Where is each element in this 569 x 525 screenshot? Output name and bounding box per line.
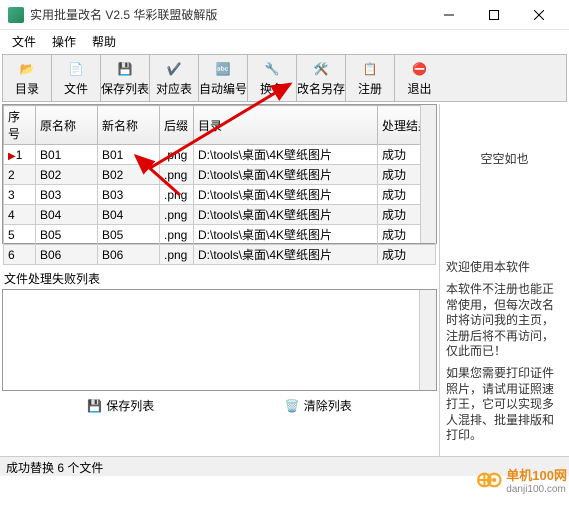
cell-dir: D:\tools\桌面\4K壁纸图片 [194,145,378,165]
toolbar-saveas[interactable]: 🛠️改名另存 [297,55,346,101]
toolbar-exit[interactable]: ⛔退出 [395,55,444,101]
save-list-button[interactable]: 💾 保存列表 [81,395,160,416]
cell-oldname: B01 [36,145,98,165]
toolbar-saveas-label: 改名另存 [297,80,345,97]
toolbar-register[interactable]: 📋注册 [346,55,395,101]
clear-list-button[interactable]: 🗑️ 清除列表 [279,395,358,416]
cell-newname: B01 [98,145,160,165]
fail-list[interactable] [2,289,437,391]
watermark-logo-icon [476,471,504,489]
scrollbar[interactable] [420,105,436,243]
app-icon [8,7,24,23]
cell-index: 3 [4,185,36,205]
table-row[interactable]: 5B05B05.pngD:\tools\桌面\4K壁纸图片成功 [4,225,436,245]
cell-result: 成功 [378,245,436,265]
table-row[interactable]: 3B03B03.pngD:\tools\桌面\4K壁纸图片成功 [4,185,436,205]
cell-ext: .png [160,245,194,265]
col-newname[interactable]: 新名称 [98,106,160,145]
toolbar-files-label: 文件 [64,80,88,97]
side-note2: 如果您需要打印证件照片，请试用证照速打王，它可以实现多人混排、批量排版和打印。 [446,366,563,444]
cell-newname: B04 [98,205,160,225]
side-panel: 空空如也 欢迎使用本软件 本软件不注册也能正常使用，但每次改名时将访问我的主页，… [439,104,569,456]
cell-newname: B06 [98,245,160,265]
menu-help[interactable]: 帮助 [84,31,124,52]
exit-icon: ⛔ [410,59,430,79]
save-list-label: 保存列表 [106,397,154,414]
saveas-icon: 🛠️ [311,59,331,79]
menu-file[interactable]: 文件 [4,31,44,52]
toolbar-savelist[interactable]: 💾保存列表 [101,55,150,101]
minimize-button[interactable] [426,0,471,30]
toolbar-dir-label: 目录 [15,80,39,97]
check-icon: ✔️ [164,59,184,79]
toolbar-files[interactable]: 📄文件 [52,55,101,101]
titlebar: 实用批量改名 V2.5 华彩联盟破解版 [0,0,569,30]
window-title: 实用批量改名 V2.5 华彩联盟破解版 [30,6,426,23]
menubar: 文件 操作 帮助 [0,30,569,52]
toolbar-rename-label: 换名 [260,80,284,97]
toolbar-autonum-label: 自动编号 [199,80,247,97]
col-oldname[interactable]: 原名称 [36,106,98,145]
cell-dir: D:\tools\桌面\4K壁纸图片 [194,205,378,225]
toolbar: 📂目录 📄文件 💾保存列表 ✔️对应表 🔤自动编号 🔧换名 🛠️改名另存 📋注册… [2,54,567,102]
cell-oldname: B05 [36,225,98,245]
cell-oldname: B04 [36,205,98,225]
cell-oldname: B02 [36,165,98,185]
col-index[interactable]: 序号 [4,106,36,145]
cell-index: 4 [4,205,36,225]
cell-ext: .png [160,205,194,225]
cell-index: ▶1 [4,145,36,165]
col-dir[interactable]: 目录 [194,106,378,145]
files-icon: 📄 [66,59,86,79]
clear-icon: 🗑️ [285,399,300,413]
cell-newname: B03 [98,185,160,205]
cell-ext: .png [160,165,194,185]
table-row[interactable]: ▶1B01B01.pngD:\tools\桌面\4K壁纸图片成功 [4,145,436,165]
register-icon: 📋 [360,59,380,79]
clear-list-label: 清除列表 [304,397,352,414]
toolbar-dir[interactable]: 📂目录 [3,55,52,101]
toolbar-map[interactable]: ✔️对应表 [150,55,199,101]
cell-newname: B02 [98,165,160,185]
folder-open-icon: 📂 [17,59,37,79]
cell-ext: .png [160,225,194,245]
table-row[interactable]: 4B04B04.pngD:\tools\桌面\4K壁纸图片成功 [4,205,436,225]
side-empty-text: 空空如也 [446,110,563,260]
file-table[interactable]: 序号 原名称 新名称 后缀 目录 处理结果 ▶1B01B01.pngD:\too… [2,104,437,244]
cell-index: 5 [4,225,36,245]
fail-list-label: 文件处理失败列表 [2,270,437,287]
cell-dir: D:\tools\桌面\4K壁纸图片 [194,225,378,245]
cell-oldname: B06 [36,245,98,265]
toolbar-register-label: 注册 [358,80,382,97]
watermark-url: danji100.com [506,484,567,495]
save-icon: 💾 [87,399,102,413]
close-button[interactable] [516,0,561,30]
side-welcome: 欢迎使用本软件 [446,260,563,276]
cell-index: 2 [4,165,36,185]
cell-dir: D:\tools\桌面\4K壁纸图片 [194,165,378,185]
toolbar-map-label: 对应表 [156,80,192,97]
cell-dir: D:\tools\桌面\4K壁纸图片 [194,185,378,205]
col-ext[interactable]: 后缀 [160,106,194,145]
table-row[interactable]: 2B02B02.pngD:\tools\桌面\4K壁纸图片成功 [4,165,436,185]
cell-dir: D:\tools\桌面\4K壁纸图片 [194,245,378,265]
save-icon: 💾 [115,59,135,79]
abc-icon: 🔤 [213,59,233,79]
watermark-brand: 单机100网 [506,465,567,484]
cell-ext: .png [160,185,194,205]
rename-icon: 🔧 [262,59,282,79]
menu-operate[interactable]: 操作 [44,31,84,52]
table-row[interactable]: 6B06B06.pngD:\tools\桌面\4K壁纸图片成功 [4,245,436,265]
side-note1: 本软件不注册也能正常使用，但每次改名时将访问我的主页，注册后将不再访问，仅此而已… [446,282,563,360]
toolbar-autonum[interactable]: 🔤自动编号 [199,55,248,101]
watermark: 单机100网 danji100.com [476,465,567,495]
toolbar-rename[interactable]: 🔧换名 [248,55,297,101]
cell-ext: .png [160,145,194,165]
cell-newname: B05 [98,225,160,245]
cell-oldname: B03 [36,185,98,205]
maximize-button[interactable] [471,0,516,30]
toolbar-exit-label: 退出 [407,80,431,97]
toolbar-savelist-label: 保存列表 [101,80,149,97]
cell-index: 6 [4,245,36,265]
